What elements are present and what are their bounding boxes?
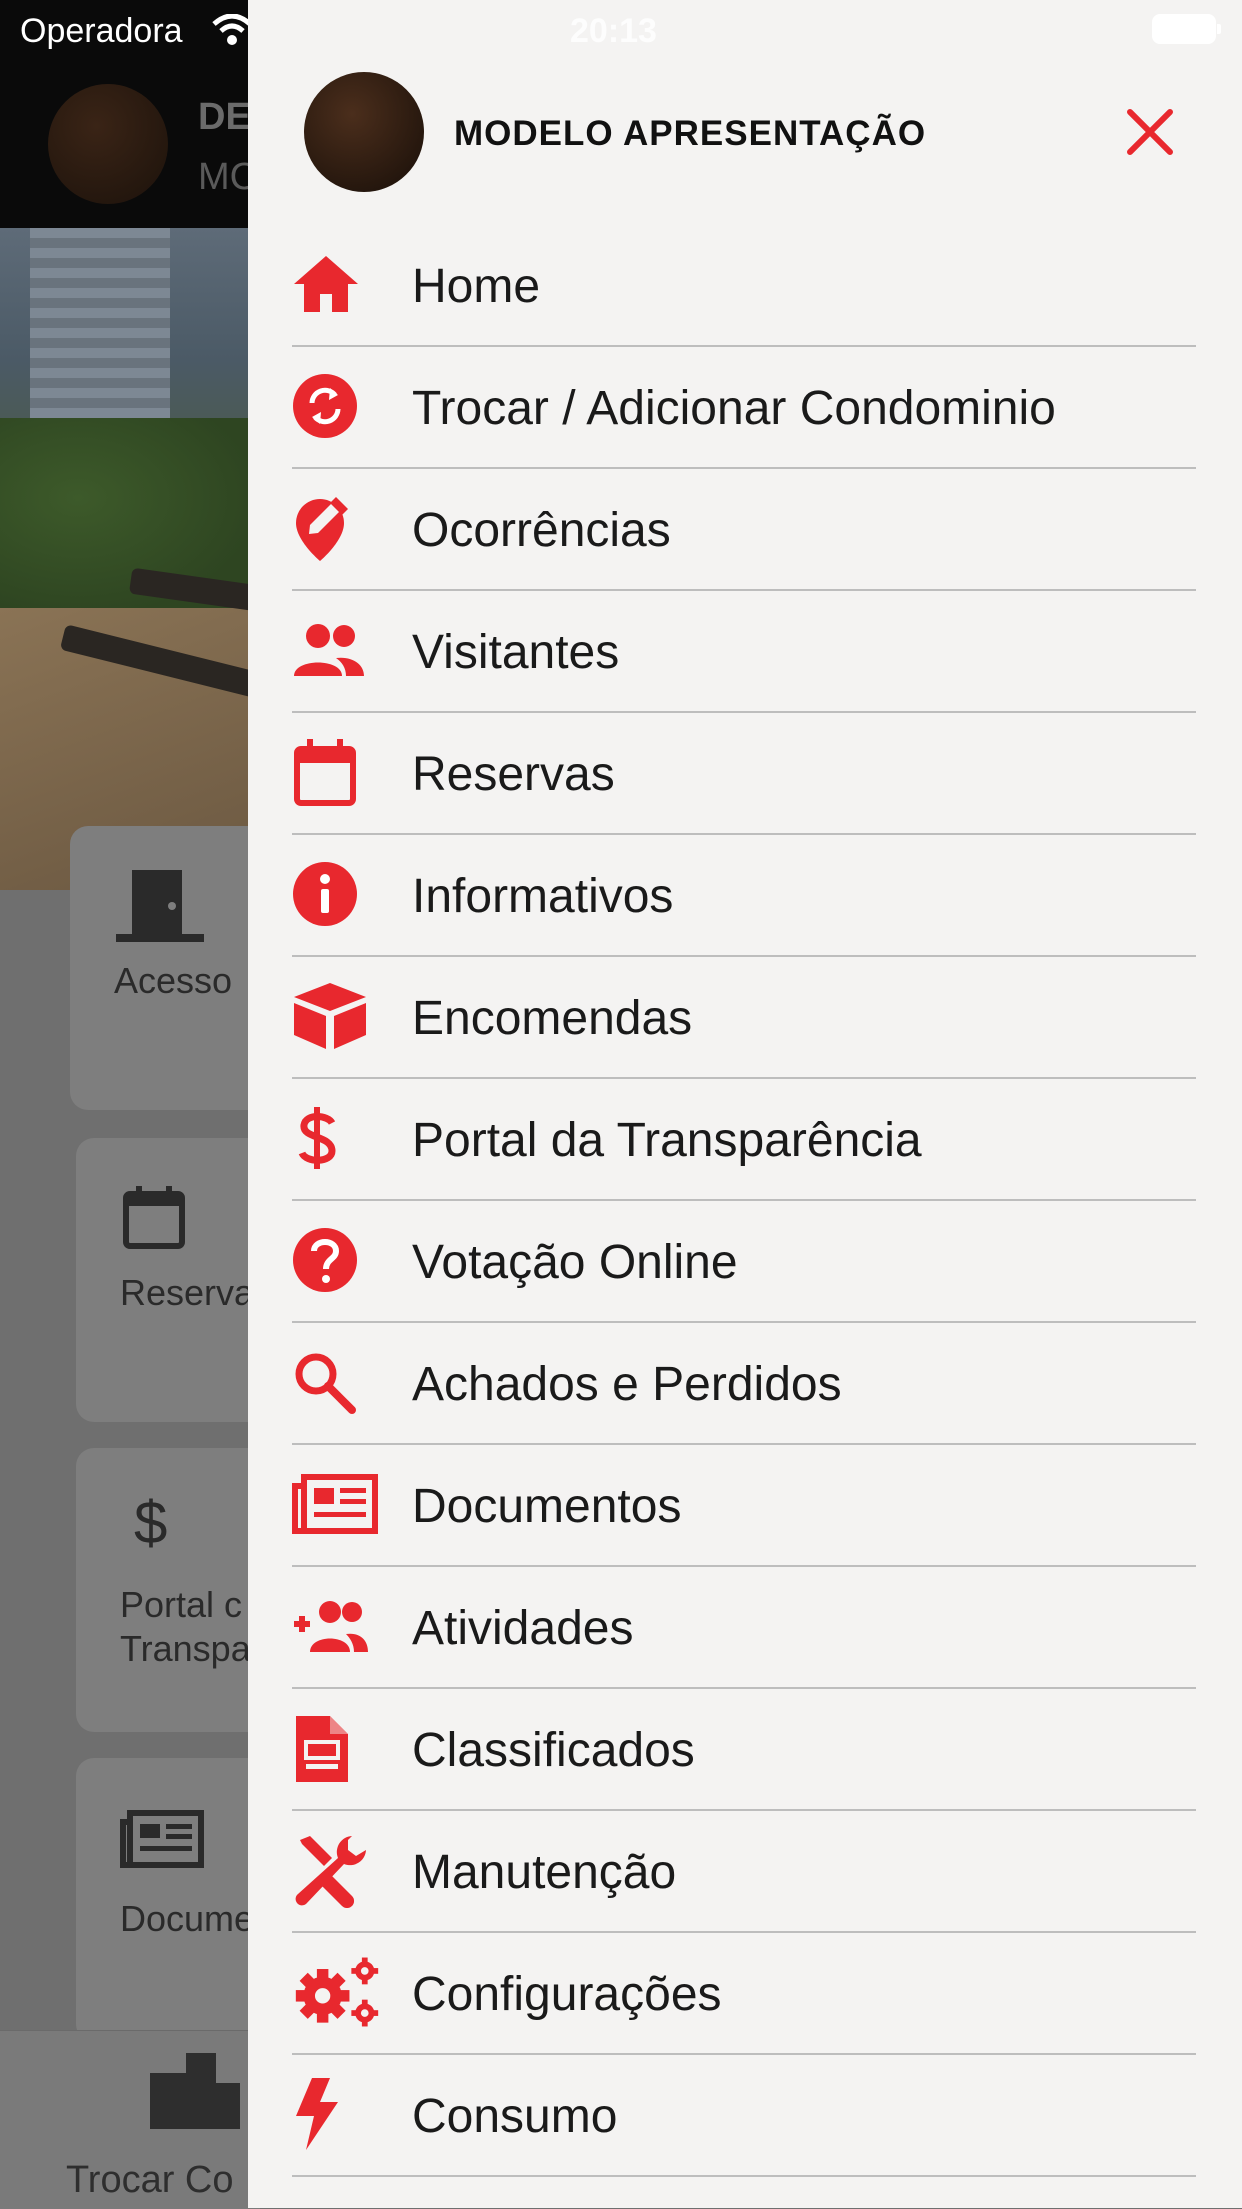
menu-item-votacao-online[interactable]: Votação Online: [292, 1201, 1196, 1323]
menu-item-label: Informativos: [412, 870, 674, 923]
dollar-icon: [292, 1103, 382, 1173]
background-tabbar-label: Trocar Co: [66, 2159, 234, 2201]
menu-item-visitantes[interactable]: Visitantes: [292, 591, 1196, 713]
menu-item-classificados[interactable]: Classificados: [292, 1689, 1196, 1811]
door-icon: [116, 870, 204, 942]
background-header-title: DE: [198, 96, 251, 138]
background-card-label: Reserva: [120, 1272, 255, 1313]
location-edit-icon: [292, 493, 382, 563]
background-card-label: Transpa: [120, 1628, 251, 1669]
menu-item-label: Trocar / Adicionar Condominio: [412, 382, 1056, 435]
menu-item-label: Achados e Perdidos: [412, 1358, 842, 1411]
menu-item-label: Ocorrências: [412, 504, 671, 557]
bolt-icon: [292, 2078, 382, 2150]
background-card-label: Docume: [120, 1898, 255, 1939]
menu-item-label: Configurações: [412, 1968, 722, 2021]
gears-icon: [292, 1957, 382, 2027]
search-icon: [292, 1347, 382, 1417]
menu-item-label: Documentos: [412, 1480, 682, 1533]
menu-item-reservas[interactable]: Reservas: [292, 713, 1196, 835]
status-time: 20:13: [570, 12, 657, 50]
drawer-menu: Home Trocar / Adicionar Condominio Ocorr…: [292, 225, 1196, 2177]
menu-item-label: Visitantes: [412, 626, 620, 679]
menu-item-trocar-condominio[interactable]: Trocar / Adicionar Condominio: [292, 347, 1196, 469]
close-icon[interactable]: [1122, 104, 1178, 160]
calendar-icon: [123, 1186, 185, 1249]
menu-item-ocorrencias[interactable]: Ocorrências: [292, 469, 1196, 591]
menu-item-label: Reservas: [412, 748, 615, 801]
background-card-label: Portal c: [120, 1584, 243, 1625]
group-add-icon: [292, 1591, 382, 1661]
menu-item-portal-transparencia[interactable]: Portal da Transparência: [292, 1079, 1196, 1201]
tools-icon: [292, 1835, 382, 1908]
menu-item-atividades[interactable]: Atividades: [292, 1567, 1196, 1689]
user-name: MODELO APRESENTAÇÃO: [454, 114, 927, 153]
box-icon: [292, 981, 382, 1051]
menu-item-label: Portal da Transparência: [412, 1114, 922, 1167]
question-icon: [292, 1225, 382, 1295]
document-icon: [292, 1713, 382, 1783]
menu-item-achados-perdidos[interactable]: Achados e Perdidos: [292, 1323, 1196, 1445]
menu-item-consumo[interactable]: Consumo: [292, 2055, 1196, 2177]
menu-item-label: Atividades: [412, 1602, 634, 1655]
menu-item-home[interactable]: Home: [292, 225, 1196, 347]
status-carrier: Operadora: [20, 12, 183, 50]
newspaper-icon: [292, 1469, 382, 1539]
people-icon: [292, 615, 382, 685]
menu-item-label: Votação Online: [412, 1236, 738, 1289]
menu-item-manutencao[interactable]: Manutenção: [292, 1811, 1196, 1933]
dollar-icon: $: [134, 1489, 168, 1556]
wifi-icon: [212, 14, 252, 45]
menu-item-documentos[interactable]: Documentos: [292, 1445, 1196, 1567]
background-avatar: [48, 84, 168, 204]
menu-item-label: Classificados: [412, 1724, 695, 1777]
calendar-icon: [292, 737, 382, 807]
menu-item-label: Consumo: [412, 2090, 618, 2143]
buildings-icon: [150, 2053, 240, 2129]
swap-circle-icon: [292, 371, 382, 441]
menu-item-informativos[interactable]: Informativos: [292, 835, 1196, 957]
battery-icon: [1152, 14, 1221, 44]
avatar[interactable]: [304, 72, 424, 192]
background-tabbar: Trocar Co: [0, 2030, 260, 2209]
menu-item-label: Manutenção: [412, 1846, 677, 1899]
menu-item-configuracoes[interactable]: Configurações: [292, 1933, 1196, 2055]
menu-item-encomendas[interactable]: Encomendas: [292, 957, 1196, 1079]
background-card-label: Acesso: [114, 960, 233, 1001]
navigation-drawer: MODELO APRESENTAÇÃO Home Trocar / Adicio…: [248, 0, 1242, 2208]
home-icon: [292, 249, 382, 319]
menu-item-label: Encomendas: [412, 992, 693, 1045]
newspaper-icon: [120, 1810, 204, 1868]
background-banner-image: [0, 228, 260, 890]
menu-item-label: Home: [412, 260, 541, 313]
info-icon: [292, 859, 382, 929]
